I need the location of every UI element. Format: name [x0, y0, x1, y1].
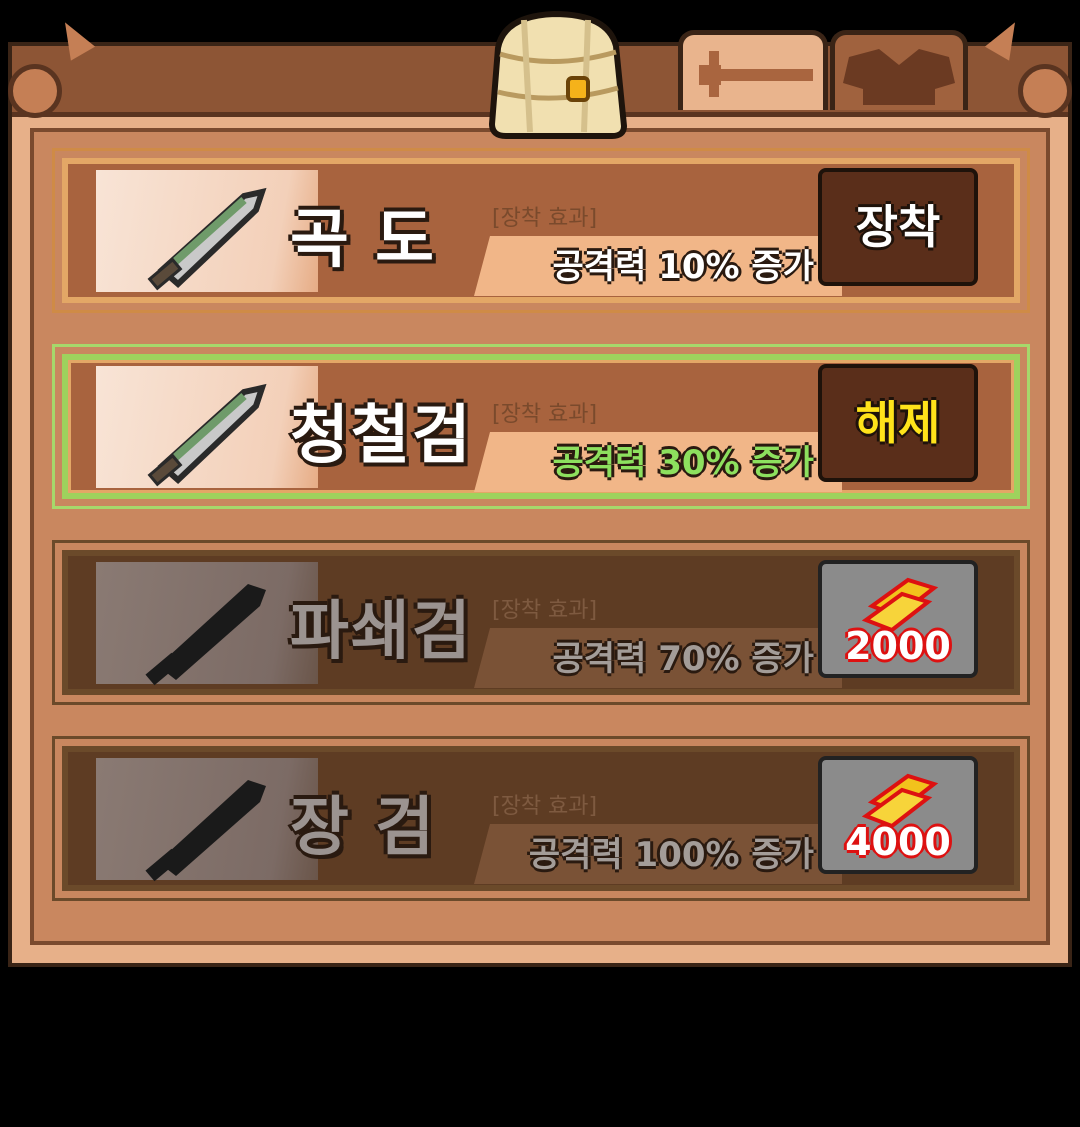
- item-icon-slot: [96, 170, 318, 292]
- ornament-curl-right: [1018, 64, 1072, 118]
- armor-icon: [843, 49, 955, 105]
- sword-icon: [699, 51, 813, 97]
- gold-bar-icon: [862, 773, 939, 828]
- effect-label: [장착 효과]: [492, 794, 598, 819]
- buy-button[interactable]: 2000: [818, 560, 978, 678]
- price-text: 4000: [845, 820, 951, 864]
- effect-box: 공격력 100% 증가: [474, 824, 842, 884]
- item-row-장검: 장 검 [장착 효과] 공격력 100% 증가 4000: [52, 736, 1030, 901]
- item-icon-slot: [96, 562, 318, 686]
- effect-box: 공격력 10% 증가: [474, 236, 842, 296]
- item-row-곡도: 곡 도 [장착 효과] 공격력 10% 증가 장착: [52, 148, 1030, 313]
- effect-box: 공격력 70% 증가: [474, 628, 842, 688]
- item-name: 곡 도: [290, 203, 437, 277]
- gold-bar-icon: [862, 577, 939, 632]
- effect-box: 공격력 30% 증가: [474, 432, 842, 492]
- unequip-button[interactable]: 해제: [818, 364, 978, 482]
- tab-weapon[interactable]: [678, 30, 828, 110]
- equip-button[interactable]: 장착: [818, 168, 978, 286]
- item-row-파쇄검: 파쇄검 [장착 효과] 공격력 70% 증가 2000: [52, 540, 1030, 705]
- treasure-chest-icon: [488, 10, 628, 139]
- item-icon-slot: [96, 366, 318, 488]
- ornament-curl-left: [8, 64, 62, 118]
- effect-text: 공격력 70% 증가: [552, 639, 814, 679]
- effect-text: 공격력 10% 증가: [552, 247, 814, 287]
- item-name: 장 검: [290, 791, 437, 865]
- item-row-청철검: 청철검 [장착 효과] 공격력 30% 증가 해제: [52, 344, 1030, 509]
- locked-sword-silhouette-icon: [145, 584, 266, 686]
- item-name: 청철검: [290, 399, 473, 473]
- tab-armor[interactable]: [830, 30, 968, 110]
- price-text: 2000: [845, 624, 951, 668]
- locked-sword-silhouette-icon: [145, 780, 266, 882]
- effect-label: [장착 효과]: [492, 402, 598, 427]
- item-name: 파쇄검: [290, 595, 473, 669]
- item-icon-slot: [96, 758, 318, 882]
- buy-button[interactable]: 4000: [818, 756, 978, 874]
- effect-label: [장착 효과]: [492, 598, 598, 623]
- effect-text: 공격력 30% 증가: [552, 443, 814, 483]
- effect-label: [장착 효과]: [492, 206, 598, 231]
- effect-text: 공격력 100% 증가: [528, 835, 814, 875]
- curved-blade-icon: [147, 187, 267, 291]
- blue-steel-sword-icon: [147, 383, 267, 487]
